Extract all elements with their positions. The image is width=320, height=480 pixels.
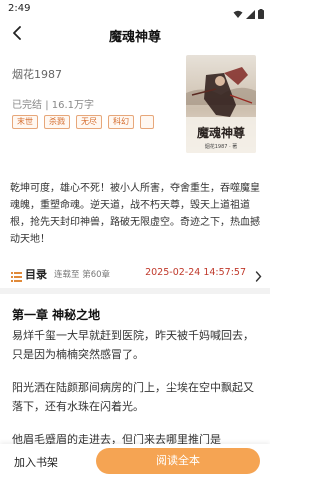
list-icon bbox=[11, 267, 22, 286]
status-bar: 2:49 bbox=[0, 0, 270, 20]
book-detail-page: 2:49 魔魂神尊 烟花1987 已完结 | 16.1万字 末世 杀戮 无尽 科… bbox=[0, 0, 270, 480]
tag-item[interactable]: 杀戮 bbox=[44, 115, 70, 129]
tag-item[interactable]: 末世 bbox=[12, 115, 38, 129]
book-synopsis: 乾坤可度，雄心不死！被小人所害，夺舍重生，吞噬魔皇魂魄，重塑命魂。逆天道，战不朽… bbox=[10, 183, 260, 245]
page-title: 魔魂神尊 bbox=[108, 30, 161, 45]
tag-item[interactable]: 科幻 bbox=[108, 115, 134, 129]
section-divider bbox=[0, 288, 270, 294]
status-time: 2:49 bbox=[8, 3, 31, 14]
signal-icon bbox=[246, 4, 255, 23]
wifi-icon bbox=[233, 4, 243, 23]
cover-title: 魔魂神尊 bbox=[197, 125, 245, 140]
chapter-paragraph: 易烊千玺一大早就赶到医院，昨天被千妈喊回去，只是因为楠楠突然感冒了。 bbox=[12, 329, 254, 361]
top-bar: 魔魂神尊 bbox=[0, 22, 270, 48]
status-icons bbox=[233, 4, 264, 23]
book-word-count: 16.1万字 bbox=[51, 100, 95, 111]
chapter-title: 第一章 神秘之地 bbox=[12, 308, 101, 322]
toc-row[interactable]: 目录 连载至 第60章 2025-02-24 14:57:57 bbox=[0, 262, 270, 284]
book-status: 已完结 bbox=[12, 100, 42, 111]
tag-list: 末世 杀戮 无尽 科幻 bbox=[12, 115, 172, 129]
tag-item[interactable]: 无尽 bbox=[76, 115, 102, 129]
toc-updated-date: 2025-02-24 14:57:57 bbox=[145, 267, 246, 278]
chevron-right-icon bbox=[255, 267, 262, 286]
book-meta: 已完结 | 16.1万字 bbox=[12, 96, 94, 111]
add-to-shelf-button[interactable]: 加入书架 bbox=[14, 454, 58, 470]
tag-item-empty[interactable] bbox=[140, 115, 154, 129]
toc-label: 目录 bbox=[25, 268, 47, 281]
cover-illustration: 魔魂神尊 烟花1987 · 著 bbox=[186, 55, 256, 153]
battery-icon bbox=[258, 4, 264, 23]
read-all-button[interactable]: 阅读全本 bbox=[96, 448, 260, 474]
book-cover[interactable]: 魔魂神尊 烟花1987 · 著 bbox=[186, 55, 256, 153]
bottom-action-bar: 加入书架 阅读全本 bbox=[0, 444, 270, 480]
chapter-preview: 易烊千玺一大早就赶到医院，昨天被千妈喊回去，只是因为楠楠突然感冒了。 阳光洒在陆… bbox=[12, 326, 260, 448]
book-author[interactable]: 烟花1987 bbox=[12, 66, 62, 82]
chapter-paragraph: 阳光洒在陆颜那间病房的门上，尘埃在空中飘起又落下，还有水珠在闪着光。 bbox=[12, 381, 254, 413]
cover-author: 烟花1987 · 著 bbox=[205, 143, 238, 150]
toc-status: 连载至 第60章 bbox=[54, 270, 111, 280]
